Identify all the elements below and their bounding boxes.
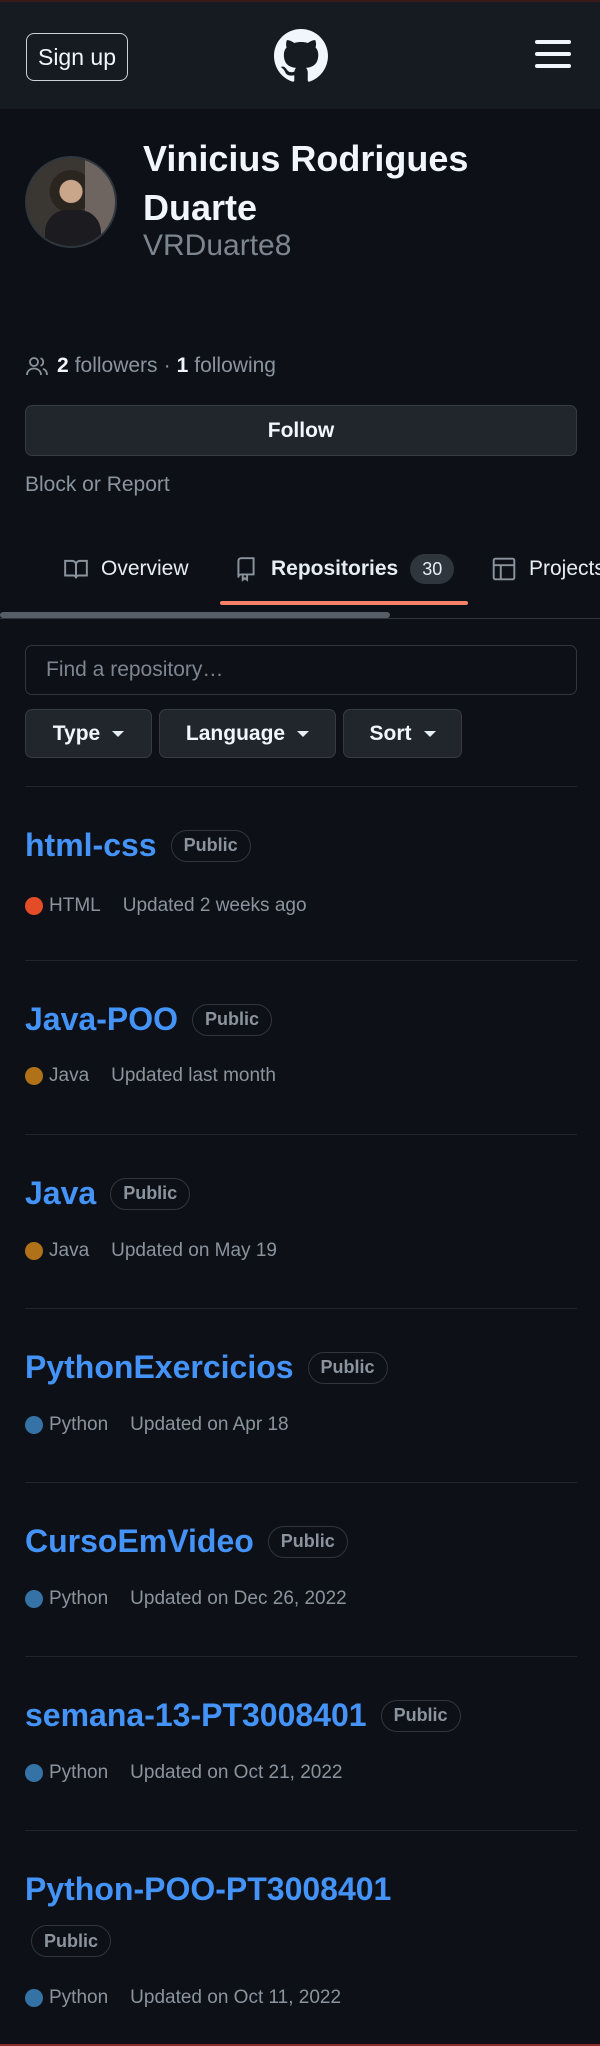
language-color-dot <box>25 1989 43 2007</box>
language-color-dot <box>25 1590 43 1608</box>
following-count[interactable]: 1 <box>177 354 189 378</box>
repo-name-link[interactable]: html-css <box>25 827 157 864</box>
separator: · <box>163 354 171 377</box>
follow-button[interactable]: Follow <box>25 405 577 456</box>
repo-list-item: Java-POO Public Java Updated last month <box>25 960 577 1134</box>
find-repository-input[interactable] <box>25 645 577 695</box>
repositories-count-badge: 30 <box>410 554 455 584</box>
repo-language: Java <box>49 1240 90 1261</box>
followers-row: 2 followers · 1 following <box>25 351 276 381</box>
tab-repositories-label: Repositories <box>271 557 399 580</box>
repo-list-item: Java Public Java Updated on May 19 <box>25 1134 577 1308</box>
type-filter-label: Type <box>52 721 101 745</box>
tab-overview-label: Overview <box>101 557 189 580</box>
chevron-down-icon <box>423 730 436 737</box>
chevron-down-icon <box>297 730 310 737</box>
profile-username: VRDuarte8 <box>143 229 292 262</box>
block-or-report-link[interactable]: Block or Report <box>25 473 170 497</box>
hamburger-menu-icon[interactable] <box>535 40 571 68</box>
visibility-badge: Public <box>31 1925 112 1957</box>
tab-projects[interactable]: Projects <box>491 547 600 591</box>
tab-projects-label: Projects <box>529 557 600 580</box>
type-filter-button[interactable]: Type <box>25 709 152 758</box>
profile-tabs: Overview Repositories 30 Projects <box>0 535 600 619</box>
repo-language: Java <box>49 1065 90 1086</box>
repo-updated: Updated on Dec 26, 2022 <box>130 1588 347 1609</box>
table-icon <box>492 557 516 581</box>
top-navigation-bar: Sign up <box>0 0 600 109</box>
chevron-down-icon <box>112 730 125 737</box>
avatar[interactable] <box>25 156 117 248</box>
repo-name-link[interactable]: semana-13-PT3008401 <box>25 1697 367 1734</box>
visibility-badge: Public <box>380 1699 461 1732</box>
repo-list-item: html-css Public HTML Updated 2 weeks ago <box>25 786 577 960</box>
github-octocat-icon[interactable] <box>274 29 328 83</box>
language-color-dot <box>25 897 43 915</box>
language-color-dot <box>25 1067 43 1085</box>
sort-filter-label: Sort <box>369 721 412 745</box>
repo-name-link[interactable]: CursoEmVideo <box>25 1523 254 1560</box>
repo-updated: Updated 2 weeks ago <box>122 895 307 916</box>
sign-up-button[interactable]: Sign up <box>26 33 128 81</box>
selected-tab-indicator <box>220 601 468 605</box>
repo-updated: Updated on Apr 18 <box>130 1414 289 1435</box>
visibility-badge: Public <box>110 1177 191 1210</box>
repo-list-item: Python-POO-PT3008401 Public Python Updat… <box>25 1830 577 2044</box>
visibility-badge: Public <box>267 1525 348 1558</box>
repo-language: Python <box>49 1414 109 1435</box>
tab-repositories[interactable]: Repositories 30 <box>233 547 455 591</box>
visibility-badge: Public <box>307 1351 388 1384</box>
repo-updated: Updated last month <box>111 1065 276 1086</box>
repo-name-link[interactable]: Python-POO-PT3008401 <box>25 1871 391 1908</box>
repo-language: Python <box>49 1762 109 1783</box>
repo-icon <box>237 557 255 582</box>
visibility-badge: Public <box>170 829 251 862</box>
repo-updated: Updated on Oct 11, 2022 <box>130 1987 342 2008</box>
language-color-dot <box>25 1764 43 1782</box>
book-icon <box>64 559 88 579</box>
people-icon <box>26 357 48 376</box>
visibility-badge: Public <box>191 1003 272 1036</box>
repo-name-link[interactable]: Java-POO <box>25 1001 178 1038</box>
repo-name-link[interactable]: PythonExercicios <box>25 1349 294 1386</box>
language-color-dot <box>25 1416 43 1434</box>
tabs-scrollbar[interactable] <box>0 612 390 618</box>
repo-language: HTML <box>49 895 101 916</box>
repo-updated: Updated on Oct 21, 2022 <box>130 1762 343 1783</box>
language-filter-button[interactable]: Language <box>159 709 336 758</box>
sort-filter-button[interactable]: Sort <box>343 709 462 758</box>
followers-label[interactable]: followers <box>75 354 158 378</box>
repo-name-link[interactable]: Java <box>25 1175 96 1212</box>
language-color-dot <box>25 1242 43 1260</box>
following-label[interactable]: following <box>194 354 276 378</box>
repo-list-item: CursoEmVideo Public Python Updated on De… <box>25 1482 577 1656</box>
repo-language: Python <box>49 1588 109 1609</box>
profile-name: Vinicius Rodrigues Duarte <box>143 138 469 228</box>
followers-count[interactable]: 2 <box>57 354 69 378</box>
language-filter-label: Language <box>185 721 286 745</box>
repo-language: Python <box>49 1987 109 2008</box>
repo-list-item: semana-13-PT3008401 Public Python Update… <box>25 1656 577 1830</box>
repo-list-item: PythonExercicios Public Python Updated o… <box>25 1308 577 1482</box>
repo-updated: Updated on May 19 <box>111 1240 277 1261</box>
tab-overview[interactable]: Overview <box>63 547 189 591</box>
